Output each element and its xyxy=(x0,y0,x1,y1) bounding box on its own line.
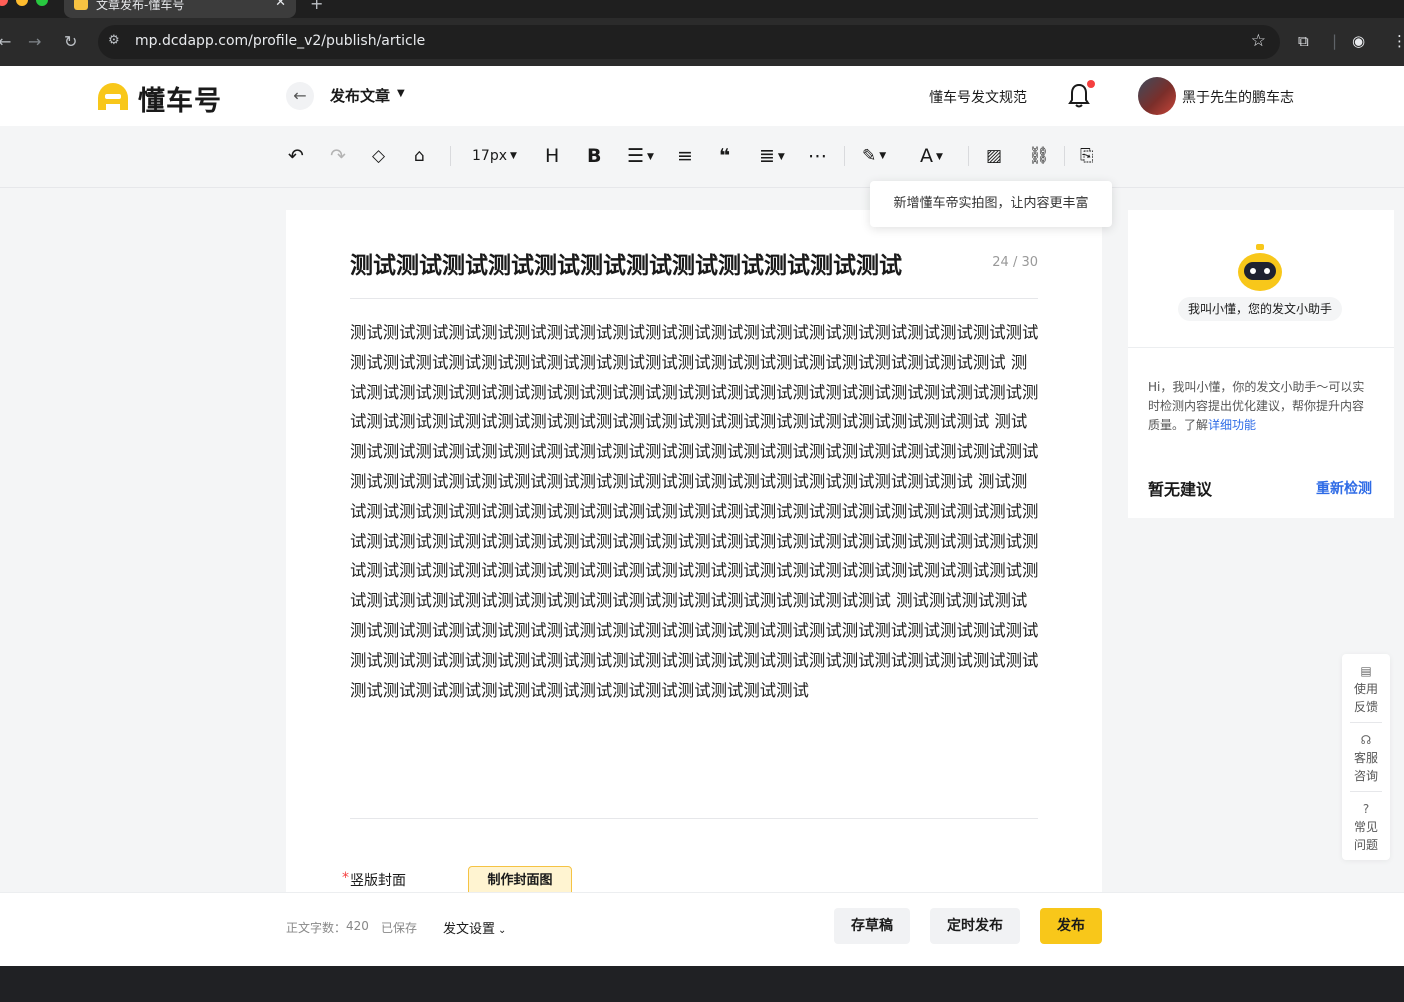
format-painter-icon[interactable]: ⌂ xyxy=(414,145,425,167)
bookmark-star-icon[interactable]: ☆ xyxy=(1251,31,1266,51)
divider xyxy=(1128,347,1394,348)
back-button[interactable]: ← xyxy=(286,82,314,110)
publish-settings-dropdown[interactable]: 发文设置 ⌄ xyxy=(443,918,506,937)
customer-service-label: 客服咨询 xyxy=(1353,751,1378,783)
faq-label: 常见问题 xyxy=(1353,820,1378,852)
article-body-editor[interactable]: 测试测试测试测试测试测试测试测试测试测试测试测试测试测试测试测试测试测试测试测试… xyxy=(350,318,1040,705)
headset-icon: ☊ xyxy=(1360,733,1372,747)
divider xyxy=(1350,791,1382,792)
details-link[interactable]: 详细功能 xyxy=(1208,418,1256,432)
new-tab-icon[interactable]: + xyxy=(310,0,323,13)
tab-close-icon[interactable]: ✕ xyxy=(275,0,286,10)
indent-icon[interactable]: ≡ xyxy=(677,145,693,167)
editor-toolbar: ↶ ↷ ◇ ⌂ 17px ▼ H B ☰ ▼ ≡ ❝ ≣ ▼ ⋯ ✎ ▼ A ▼ ▨ ⛓ … xyxy=(0,126,1404,188)
assistant-caption: 我叫小懂，您的发文小助手 xyxy=(1178,297,1342,321)
customer-service-button[interactable]: ☊ 客服咨询 xyxy=(1342,731,1390,785)
divider xyxy=(350,818,1038,819)
assistant-description: Hi，我叫小懂，你的发文小助手～可以实时检测内容提出优化建议，帮你提升内容质量。… xyxy=(1148,378,1374,435)
forward-arrow-icon[interactable]: → xyxy=(28,32,41,51)
back-arrow-icon[interactable]: ← xyxy=(0,32,11,51)
logo-text[interactable]: 懂车号 xyxy=(138,79,222,118)
cover-label: 竖版封面 xyxy=(350,873,406,889)
clear-format-icon[interactable]: ◇ xyxy=(372,145,385,167)
logo-icon[interactable] xyxy=(94,80,132,112)
reload-icon[interactable]: ↻ xyxy=(64,32,77,51)
toolbar-divider xyxy=(1064,146,1065,166)
font-size-value: 17px xyxy=(472,148,507,164)
floating-help-bar: ▤ 使用反馈 ☊ 客服咨询 ? 常见问题 xyxy=(1342,654,1390,860)
address-bar[interactable]: ⚙ mp.dcdapp.com/profile_v2/publish/artic… xyxy=(98,25,1280,59)
word-count-value: 420 xyxy=(346,919,369,933)
redo-icon[interactable]: ↷ xyxy=(330,145,346,167)
window-bottom xyxy=(0,966,1404,1002)
faq-button[interactable]: ? 常见问题 xyxy=(1342,800,1390,854)
article-title-input[interactable]: 测试测试测试测试测试测试测试测试测试测试测试测试 xyxy=(350,246,902,280)
notification-dot xyxy=(1087,80,1095,88)
heading-icon[interactable]: H xyxy=(545,145,559,167)
site-info-icon[interactable]: ⚙ xyxy=(108,33,120,48)
publish-button[interactable]: 发布 xyxy=(1040,908,1102,944)
question-icon: ? xyxy=(1362,802,1370,816)
robot-assistant-icon xyxy=(1238,244,1282,291)
schedule-publish-button[interactable]: 定时发布 xyxy=(930,908,1020,944)
image-icon[interactable]: ▨ xyxy=(986,145,1002,167)
feedback-icon: ▤ xyxy=(1360,664,1372,678)
more-icon[interactable]: ⋯ xyxy=(808,145,827,167)
browser-tab[interactable]: 文章发布-懂车号 ✕ xyxy=(64,0,296,18)
feedback-button[interactable]: ▤ 使用反馈 xyxy=(1342,662,1390,716)
bold-icon[interactable]: B xyxy=(587,145,601,167)
tab-search-icon[interactable]: ⧉ xyxy=(1298,32,1309,50)
font-size-select[interactable]: 17px ▼ xyxy=(472,145,517,167)
align-icon[interactable]: ≣ ▼ xyxy=(759,145,785,168)
toolbar-divider: | xyxy=(1332,32,1338,50)
favicon-icon xyxy=(74,0,88,10)
font-color-icon[interactable]: A ▼ xyxy=(920,145,943,168)
page-title[interactable]: 发布文章 xyxy=(330,85,390,106)
url-text: mp.dcdapp.com/profile_v2/publish/article xyxy=(135,33,426,49)
tab-title: 文章发布-懂车号 xyxy=(96,0,185,12)
toolbar-divider xyxy=(968,146,969,166)
browser-tabstrip: 文章发布-懂车号 ✕ + xyxy=(0,0,1404,18)
browser-menu-icon[interactable]: ⋮ xyxy=(1392,32,1404,50)
undo-icon[interactable]: ↶ xyxy=(288,145,304,167)
editor-area: 测试测试测试测试测试测试测试测试测试测试测试测试 24 / 30 测试测试测试测… xyxy=(286,210,1102,910)
avatar[interactable] xyxy=(1138,77,1176,115)
feedback-label: 使用反馈 xyxy=(1353,682,1378,714)
divider xyxy=(1350,722,1382,723)
required-mark: * xyxy=(342,870,349,886)
recheck-button[interactable]: 重新检测 xyxy=(1316,478,1372,498)
toolbar-divider xyxy=(844,146,845,166)
chevron-down-icon: ⌄ xyxy=(498,925,507,936)
word-count-label: 正文字数： xyxy=(286,921,347,935)
minimize-window-icon[interactable] xyxy=(16,0,28,6)
caret-down-icon[interactable]: ▼ xyxy=(397,88,405,99)
profile-icon[interactable]: ◉ xyxy=(1352,32,1365,50)
username[interactable]: 黑于先生的鹏车志 xyxy=(1182,87,1294,107)
link-icon[interactable]: ⛓ xyxy=(1028,145,1050,167)
highlight-icon[interactable]: ✎ ▼ xyxy=(862,145,886,167)
list-icon[interactable]: ☰ ▼ xyxy=(627,145,654,168)
site-header: 懂车号 ← 发布文章 ▼ 懂车号发文规范 黑于先生的鹏车志 xyxy=(0,66,1404,126)
divider xyxy=(350,298,1038,299)
maximize-window-icon[interactable] xyxy=(36,0,48,6)
save-draft-button[interactable]: 存草稿 xyxy=(834,908,910,944)
close-window-icon[interactable] xyxy=(0,0,8,6)
toolbar-divider xyxy=(450,146,451,166)
image-tooltip: 新增懂车帝实拍图，让内容更丰富 xyxy=(870,181,1112,227)
save-status: 已保存 xyxy=(381,921,418,935)
rules-link[interactable]: 懂车号发文规范 xyxy=(929,87,1027,107)
title-char-count: 24 / 30 xyxy=(992,255,1038,270)
no-suggestion-label: 暂无建议 xyxy=(1148,480,1213,499)
publish-page: 懂车号 ← 发布文章 ▼ 懂车号发文规范 黑于先生的鹏车志 ↶ ↷ ◇ ⌂ 17… xyxy=(0,66,1404,966)
publish-settings-label: 发文设置 xyxy=(443,922,496,937)
import-doc-icon[interactable]: ⎘ xyxy=(1080,145,1094,167)
assistant-description-text: Hi，我叫小懂，你的发文小助手～可以实时检测内容提出优化建议，帮你提升内容质量。… xyxy=(1148,380,1365,432)
quote-icon[interactable]: ❝ xyxy=(719,145,730,167)
publish-footer: 正文字数： 420 已保存 发文设置 ⌄ 存草稿 定时发布 发布 xyxy=(0,892,1404,966)
address-toolbar: ← → ↻ ⚙ mp.dcdapp.com/profile_v2/publish… xyxy=(0,18,1404,66)
